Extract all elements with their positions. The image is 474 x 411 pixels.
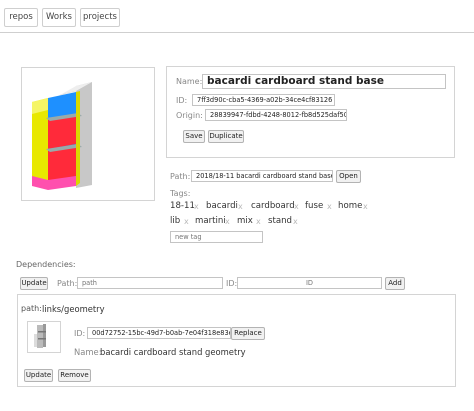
update-dependency-button[interactable]: Update xyxy=(24,369,53,382)
remove-dependency-button[interactable]: Remove xyxy=(58,369,91,382)
dependency-item-id-label: ID: xyxy=(74,329,86,338)
geometry-thumbnail xyxy=(27,321,61,353)
dependency-path-input[interactable] xyxy=(77,277,223,289)
dependency-item-name-label: Name: xyxy=(74,347,102,357)
tag-remove-bacardi[interactable]: x xyxy=(238,202,243,211)
item-details-panel: Name: bacardi cardboard stand base ID: 7… xyxy=(166,66,455,158)
origin-label: Origin: xyxy=(176,111,203,120)
tag-fuse: fuse xyxy=(305,201,324,211)
tab-repos[interactable]: repos xyxy=(4,8,38,27)
tag-mix: mix xyxy=(237,216,253,226)
name-label: Name: xyxy=(176,77,203,86)
tag-remove-stand[interactable]: x xyxy=(293,217,298,226)
tag-martini: martini xyxy=(195,216,226,226)
dependency-card: path: links/geometry ID: 00d72752-15bc-4… xyxy=(17,294,456,387)
new-tag-input[interactable] xyxy=(170,231,263,243)
tag-18-11: 18-11 xyxy=(170,201,195,211)
geometry-thumbnail-image xyxy=(34,324,46,348)
tag-remove-martini[interactable]: x xyxy=(225,217,230,226)
tag-remove-18-11[interactable]: x xyxy=(194,202,199,211)
tag-home: home xyxy=(338,201,363,211)
top-nav-bar: repos Works projects xyxy=(0,0,474,33)
dependencies-title: Dependencies: xyxy=(16,260,76,269)
model-preview-panel xyxy=(21,67,155,201)
update-dependencies-button[interactable]: Update xyxy=(20,277,48,290)
dependency-id-label: ID: xyxy=(226,279,238,288)
model-preview-image xyxy=(32,82,92,190)
path-field[interactable]: 2018/18-11 bacardi cardboard stand base xyxy=(191,170,333,182)
tag-remove-lib[interactable]: x xyxy=(184,217,189,226)
tags-label: Tags: xyxy=(170,189,191,198)
add-dependency-button[interactable]: Add xyxy=(385,277,405,290)
open-button[interactable]: Open xyxy=(336,170,361,183)
tag-lib: lib xyxy=(170,216,181,226)
tag-cardboard: cardboard xyxy=(251,201,295,211)
tag-bacardi: bacardi xyxy=(206,201,238,211)
name-field[interactable]: bacardi cardboard stand base xyxy=(202,74,446,89)
tag-remove-mix[interactable]: x xyxy=(256,217,261,226)
tag-remove-home[interactable]: x xyxy=(363,202,368,211)
tab-projects[interactable]: projects xyxy=(80,8,120,27)
dependency-path-label: Path: xyxy=(57,279,78,288)
dependency-item-path: links/geometry xyxy=(42,304,105,314)
save-button[interactable]: Save xyxy=(183,130,205,143)
id-field[interactable]: 7ff3d90c-cba5-4369-a02b-34ce4cf83126 xyxy=(192,94,335,106)
replace-button[interactable]: Replace xyxy=(231,327,265,340)
tag-remove-cardboard[interactable]: x xyxy=(294,202,299,211)
dependency-id-input[interactable] xyxy=(237,277,382,289)
tag-remove-fuse[interactable]: x xyxy=(327,202,332,211)
tab-works[interactable]: Works xyxy=(42,8,76,27)
path-label: Path: xyxy=(170,172,191,181)
origin-field[interactable]: 28839947-fdbd-4248-8012-fb8d525daf50 xyxy=(205,109,347,121)
tag-stand: stand xyxy=(268,216,293,226)
dependency-item-id-field[interactable]: 00d72752-15bc-49d7-b0ab-7e04f318e83e xyxy=(87,327,231,339)
dependency-item-name: bacardi cardboard stand geometry xyxy=(100,347,246,357)
duplicate-button[interactable]: Duplicate xyxy=(208,130,244,143)
dependency-item-path-label: path: xyxy=(21,304,42,313)
id-label: ID: xyxy=(176,96,188,105)
